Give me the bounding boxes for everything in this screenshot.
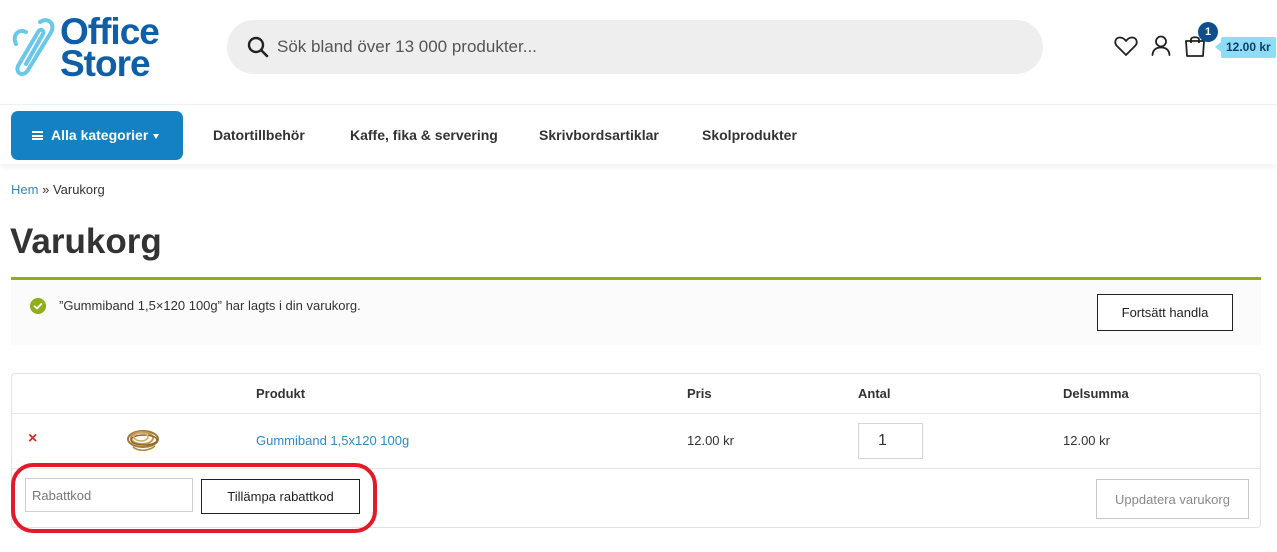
column-header-price: Pris <box>687 386 712 401</box>
breadcrumb-home-link[interactable]: Hem <box>11 182 38 197</box>
row-divider <box>12 413 1260 414</box>
site-header: Office Store 1 12.00 kr <box>0 0 1277 104</box>
logo-wordmark: Office Store <box>60 13 160 84</box>
logo-line-store: Store <box>60 43 151 84</box>
column-header-subtotal: Delsumma <box>1063 386 1129 401</box>
user-icon[interactable] <box>1148 33 1174 59</box>
quantity-input[interactable] <box>858 423 923 459</box>
nav-link-skolprodukter[interactable]: Skolprodukter <box>702 105 797 165</box>
main-navigation: Alla kategorier Datortillbehör Kaffe, fi… <box>0 104 1277 164</box>
cart-total-badge[interactable]: 12.00 kr <box>1215 37 1276 58</box>
all-categories-button[interactable]: Alla kategorier <box>11 111 183 160</box>
nav-link-datortillbehor[interactable]: Datortillbehör <box>213 105 305 165</box>
search-icon[interactable] <box>247 36 269 58</box>
success-notice: ”Gummiband 1,5×120 100g” har lagts i din… <box>11 277 1261 345</box>
search-bar <box>227 20 1043 74</box>
cart-count-badge: 1 <box>1198 22 1218 42</box>
office-store-logo[interactable]: Office Store <box>10 13 165 84</box>
all-categories-label: Alla kategorier <box>51 127 149 143</box>
column-header-quantity: Antal <box>858 386 891 401</box>
menu-icon <box>32 131 43 140</box>
column-header-product: Produkt <box>256 386 306 401</box>
chevron-down-icon <box>153 134 159 139</box>
breadcrumb: Hem » Varukorg <box>11 182 105 197</box>
product-name-link[interactable]: Gummiband 1,5x120 100g <box>256 433 409 448</box>
heart-icon[interactable] <box>1113 33 1139 59</box>
update-cart-button[interactable]: Uppdatera varukorg <box>1096 479 1249 519</box>
coupon-highlight-annotation <box>11 463 377 533</box>
product-price: 12.00 kr <box>687 433 734 448</box>
breadcrumb-separator: » <box>42 182 50 197</box>
continue-shopping-button[interactable]: Fortsätt handla <box>1097 294 1233 331</box>
page-title: Varukorg <box>10 222 162 261</box>
breadcrumb-current: Varukorg <box>52 182 105 197</box>
check-circle-icon <box>30 298 46 314</box>
nav-link-skrivbordsartiklar[interactable]: Skrivbordsartiklar <box>539 105 659 165</box>
product-thumbnail[interactable] <box>125 425 161 455</box>
product-subtotal: 12.00 kr <box>1063 433 1110 448</box>
notice-message: ”Gummiband 1,5×120 100g” har lagts i din… <box>59 298 361 313</box>
remove-item-button[interactable]: × <box>28 430 37 448</box>
nav-link-kaffe-fika[interactable]: Kaffe, fika & servering <box>350 105 498 165</box>
paperclip-icon <box>12 18 55 76</box>
search-input[interactable] <box>277 20 1017 74</box>
